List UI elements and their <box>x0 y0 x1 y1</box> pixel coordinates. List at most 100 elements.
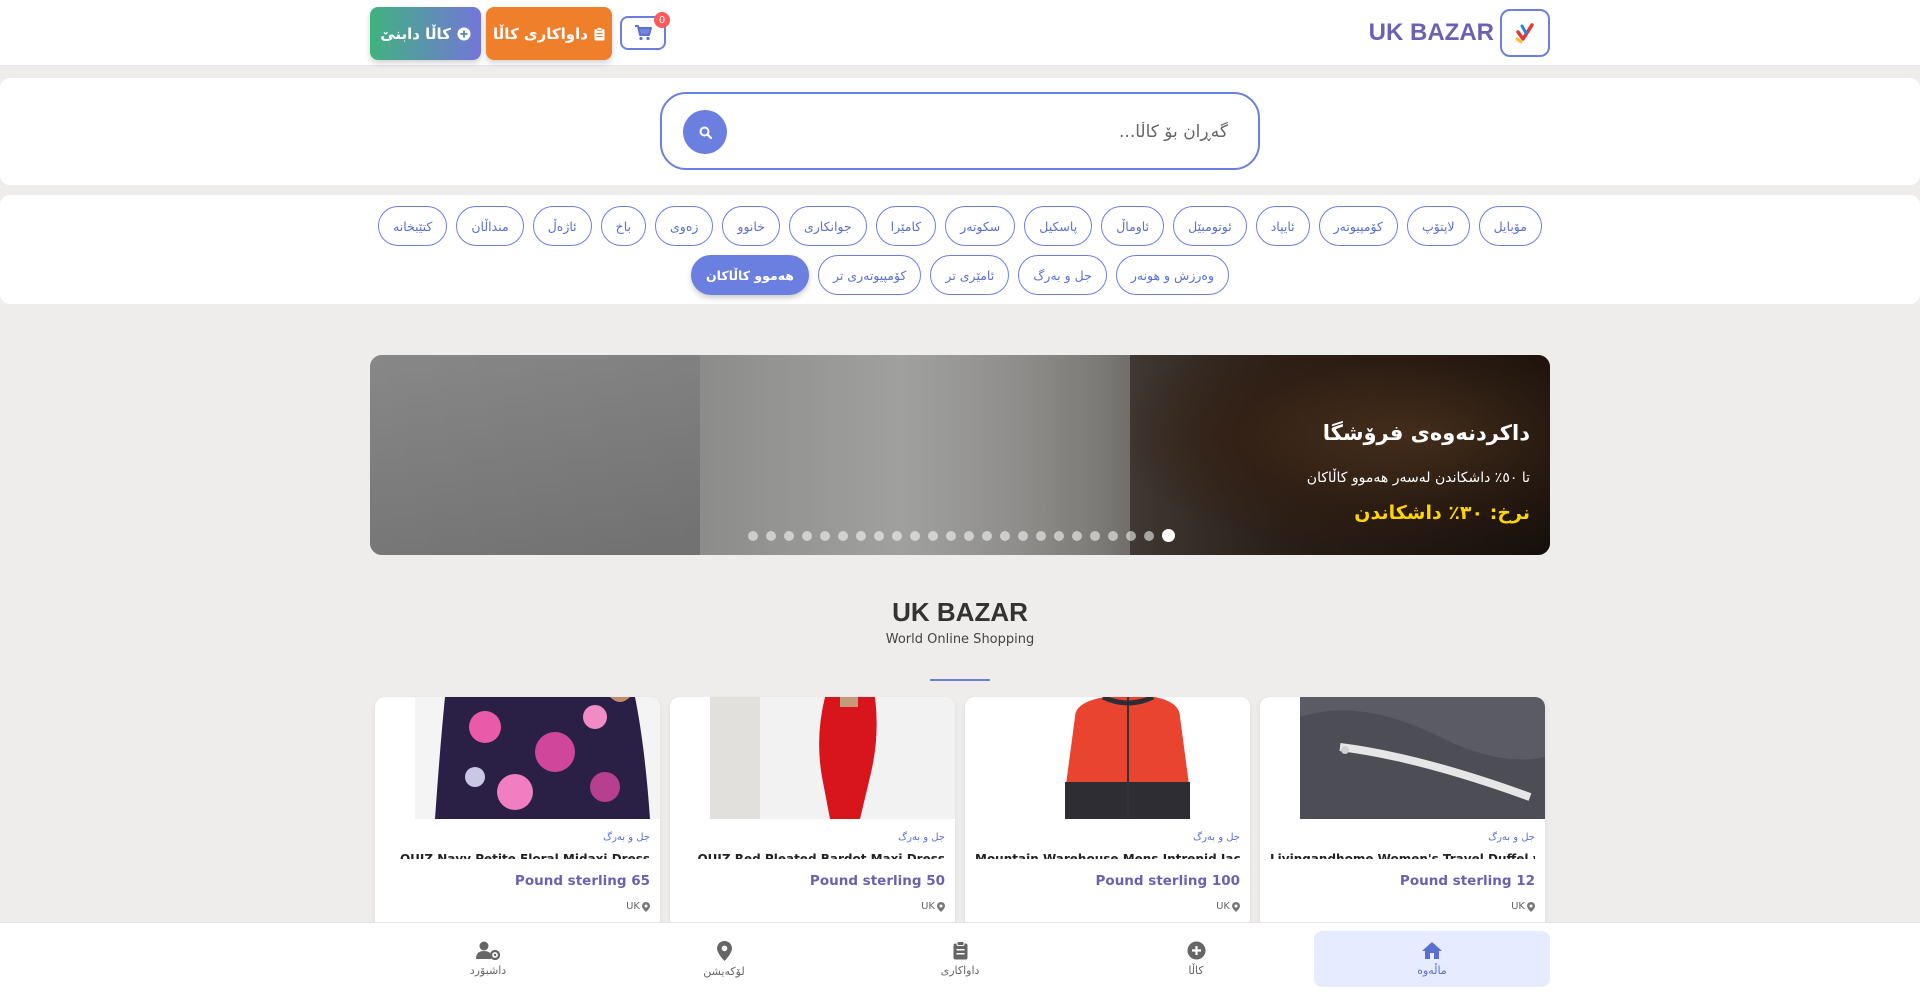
category-chip-children[interactable]: منداڵان <box>456 206 524 246</box>
nav-location[interactable]: لۆکەیشن <box>606 931 842 987</box>
location-text: UK <box>1216 901 1230 912</box>
search-input[interactable] <box>768 116 1228 148</box>
category-chip-garden[interactable]: باخ <box>600 206 647 246</box>
carousel-dot[interactable] <box>784 530 794 541</box>
nav-home-label: ماڵەوە <box>1417 964 1447 977</box>
product-name[interactable]: Livingandhome Women's Travel Duffel with <box>1270 847 1535 859</box>
carousel-dot[interactable] <box>1144 530 1154 541</box>
bottom-nav: ماڵەوە کاڵا داواکاری لۆکەیشن داشبۆرد <box>0 922 1920 993</box>
product-image[interactable] <box>1005 697 1250 819</box>
brand-logo-icon[interactable] <box>1500 9 1550 57</box>
category-chip-car[interactable]: ئوتومبێل <box>1173 206 1247 246</box>
category-chip-computer[interactable]: کۆمپیوتەر <box>1318 206 1398 246</box>
product-category: جل و بەرگ <box>898 832 945 843</box>
category-chip-laptop[interactable]: لاپتۆپ <box>1406 206 1470 246</box>
map-pin-icon <box>1232 901 1240 912</box>
carousel-dot[interactable] <box>802 530 812 541</box>
categories-section: مۆبایل لاپتۆپ کۆمپیوتەر ئایپاد ئوتومبێل … <box>0 195 1920 304</box>
carousel-dot[interactable] <box>748 530 758 541</box>
carousel-dot[interactable] <box>838 530 848 541</box>
carousel-dot[interactable] <box>1036 530 1046 541</box>
product-location: UK <box>1216 901 1240 912</box>
carousel-dot[interactable] <box>1126 530 1136 541</box>
category-chip-house[interactable]: خانوو <box>722 206 780 246</box>
clipboard-icon <box>594 26 605 40</box>
brand[interactable]: UK BAZAR <box>1369 9 1550 57</box>
hero-rate: نرخ: ٣٠٪ داشکاندن <box>1354 502 1530 524</box>
category-chip-mobile[interactable]: مۆبایل <box>1478 206 1542 246</box>
nav-orders-label: داواکاری <box>940 964 980 977</box>
category-chip-beauty[interactable]: جوانکاری <box>788 206 867 246</box>
carousel-dot[interactable] <box>1162 529 1175 542</box>
category-chip-other-computers[interactable]: کۆمپیوتەری تر <box>817 255 922 295</box>
product-location: UK <box>921 901 945 912</box>
orders-button[interactable]: داواکاری کاڵا <box>486 7 612 60</box>
nav-dashboard-label: داشبۆرد <box>469 964 507 977</box>
header: UK BAZAR 0 داواکاری کاڵا کاڵا دابنێ <box>0 0 1920 66</box>
search-box <box>660 92 1260 170</box>
category-chip-library[interactable]: کتێبخانە <box>378 206 448 246</box>
search-section <box>0 78 1920 185</box>
carousel-dot[interactable] <box>1108 530 1118 541</box>
category-chip-all[interactable]: هەموو کاڵاکان <box>691 255 809 295</box>
nav-orders[interactable]: داواکاری <box>842 931 1078 987</box>
category-chip-scooter[interactable]: سکوتەر <box>945 206 1016 246</box>
product-category: جل و بەرگ <box>1488 832 1535 843</box>
add-product-button[interactable]: کاڵا دابنێ <box>370 7 481 60</box>
plus-circle-icon <box>1187 941 1205 960</box>
product-price: Pound sterling 100 <box>1095 873 1240 889</box>
category-chip-clothing[interactable]: جل و بەرگ <box>1018 255 1107 295</box>
plus-circle-icon <box>457 27 471 40</box>
clipboard-icon <box>953 941 967 960</box>
section-divider <box>930 679 990 681</box>
category-chip-land[interactable]: زەوی <box>655 206 714 246</box>
carousel-dot[interactable] <box>874 530 884 541</box>
category-chip-camera[interactable]: کامێرا <box>875 206 937 246</box>
product-image[interactable] <box>1300 697 1545 819</box>
category-chip-ipad[interactable]: ئایپاد <box>1255 206 1310 246</box>
carousel-dot[interactable] <box>1072 530 1082 541</box>
nav-product[interactable]: کاڵا <box>1078 931 1314 987</box>
product-name[interactable]: QUIZ Navy Petite Floral Midaxi Dress <box>385 847 650 859</box>
product-price: Pound sterling 65 <box>514 873 650 889</box>
product-image[interactable] <box>415 697 660 819</box>
carousel-dot[interactable] <box>982 530 992 541</box>
nav-dashboard[interactable]: داشبۆرد <box>370 931 606 987</box>
add-label: کاڵا دابنێ <box>380 24 451 43</box>
carousel-dot[interactable] <box>766 530 776 541</box>
search-button[interactable] <box>683 110 727 154</box>
carousel-dot[interactable] <box>856 530 866 541</box>
map-pin-icon <box>642 901 650 912</box>
carousel-dot[interactable] <box>1090 530 1100 541</box>
category-chip-sports-art[interactable]: وەرزش و هونەر <box>1115 255 1229 295</box>
product-name[interactable]: Mountain Warehouse Mens Intrepid Jacket … <box>975 847 1240 859</box>
carousel-dot[interactable] <box>1000 530 1010 541</box>
location-text: UK <box>921 901 935 912</box>
cart-icon <box>635 25 652 41</box>
hero-title: داکردنەوەی فرۆشگا <box>1322 421 1530 445</box>
location-text: UK <box>1511 901 1525 912</box>
product-name[interactable]: QUIZ Red Pleated Bardot Maxi Dress <box>680 847 945 859</box>
nav-home[interactable]: ماڵەوە <box>1314 931 1550 987</box>
carousel-dot[interactable] <box>928 530 938 541</box>
map-pin-icon <box>1527 901 1535 912</box>
category-chip-animals[interactable]: ئاژەڵ <box>532 206 592 246</box>
hero-banner[interactable]: داکردنەوەی فرۆشگا تا ٥٠٪ داشکاندن لەسەر … <box>370 355 1550 555</box>
category-chip-household[interactable]: ئاوماڵ <box>1101 206 1165 246</box>
carousel-dot[interactable] <box>892 530 902 541</box>
product-image[interactable] <box>710 697 955 819</box>
carousel-dot[interactable] <box>910 530 920 541</box>
carousel-dot[interactable] <box>1018 530 1028 541</box>
nav-location-label: لۆکەیشن <box>703 964 745 978</box>
carousel-dot[interactable] <box>1054 530 1064 541</box>
category-chip-bicycle[interactable]: پاسکیل <box>1024 206 1093 246</box>
carousel-dot[interactable] <box>964 530 974 541</box>
carousel-dot[interactable] <box>820 530 830 541</box>
nav-product-label: کاڵا <box>1188 964 1204 977</box>
search-icon <box>699 126 712 139</box>
hero-subtitle: تا ٥٠٪ داشکاندن لەسەر هەموو کاڵاکان <box>1306 470 1530 486</box>
category-chip-other-devices[interactable]: ئامێری تر <box>930 255 1010 295</box>
carousel-dot[interactable] <box>946 530 956 541</box>
brand-name[interactable]: UK BAZAR <box>1369 19 1494 47</box>
home-icon <box>1422 942 1442 959</box>
